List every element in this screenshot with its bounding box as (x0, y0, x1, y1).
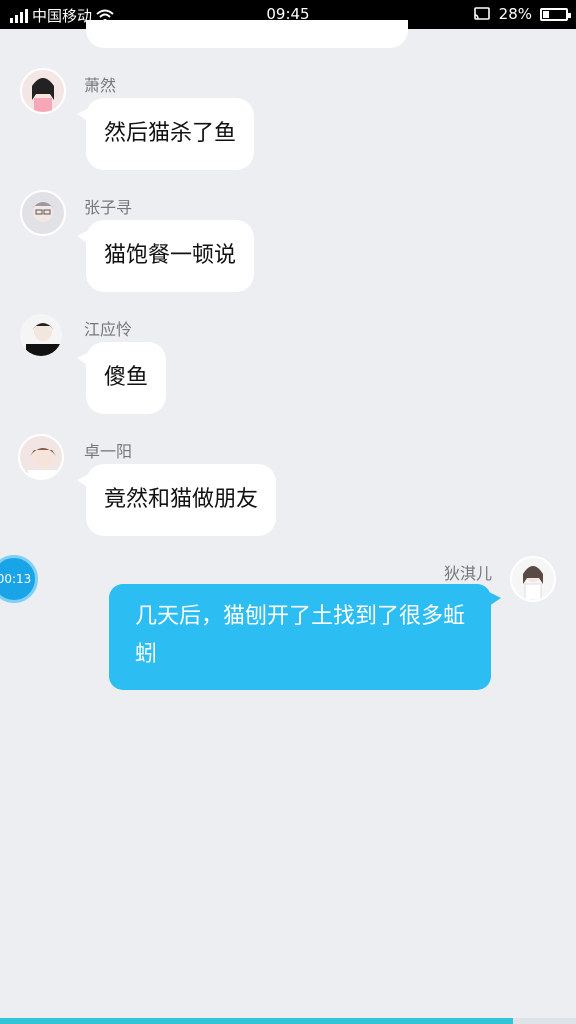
battery-percent: 28% (498, 5, 532, 23)
girl-white-avatar-icon[interactable] (510, 556, 556, 602)
sender-name: 萧然 (84, 76, 117, 95)
battery-icon (540, 7, 571, 21)
message-bubble[interactable]: 猫饱餐一顿说 (76, 220, 255, 292)
cast-icon (473, 7, 490, 20)
message-bubble[interactable]: 傻鱼 (76, 342, 167, 414)
previous-message-bubble (86, 20, 408, 48)
boy-dark-avatar-icon[interactable] (18, 312, 64, 358)
message-bubble-mine[interactable]: 几天后，猫刨开了土找到了很多蚯蚓 (109, 584, 501, 690)
sender-name: 卓一阳 (84, 442, 133, 461)
sender-name: 张子寻 (84, 198, 133, 217)
boy-glasses-avatar-icon[interactable] (20, 190, 66, 236)
status-right: 28% (473, 5, 571, 23)
playback-progress-fill (0, 1018, 513, 1024)
sender-name: 狄淇儿 (443, 564, 492, 583)
playback-progress-bar (0, 1018, 576, 1024)
sender-name: 江应怜 (84, 320, 133, 339)
voice-timer[interactable]: 00:13 (0, 555, 38, 603)
message-bubble[interactable]: 然后猫杀了鱼 (76, 98, 255, 170)
boy-brown-avatar-icon[interactable] (18, 434, 64, 480)
girl-pink-avatar-icon[interactable] (20, 68, 66, 114)
message-bubble[interactable]: 竟然和猫做朋友 (76, 464, 277, 536)
